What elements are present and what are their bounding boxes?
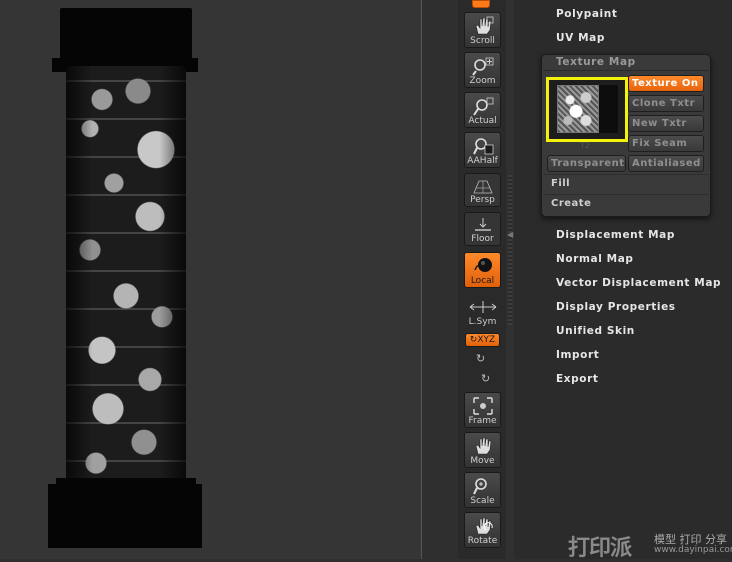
actual-label: Actual <box>468 116 497 126</box>
watermark-logo: 打印派 <box>568 536 632 561</box>
rotate-label: Rotate <box>467 536 498 546</box>
frame-icon <box>472 397 493 415</box>
frame-label: Frame <box>468 416 497 426</box>
antialiased-button[interactable]: Antialiased <box>628 155 704 172</box>
fix-seam-button[interactable]: Fix Seam <box>628 135 704 152</box>
texture-on-button[interactable]: Texture On <box>628 75 704 92</box>
clone-txtr-button[interactable]: Clone Txtr <box>628 95 704 112</box>
scroll-label: Scroll <box>470 36 495 46</box>
move-icon <box>475 437 491 455</box>
xyz-button[interactable]: ↻XYZ <box>465 333 500 347</box>
actual-button[interactable]: Actual <box>464 92 501 128</box>
texture-slot-mark: T2 <box>580 141 590 150</box>
displacement-map-menu[interactable]: Displacement Map <box>556 229 675 241</box>
zoom-icon <box>471 57 493 76</box>
rotate-y-icon[interactable]: ↻ <box>476 352 485 365</box>
move-button[interactable]: Move <box>464 432 501 468</box>
rotate-button[interactable]: Rotate <box>464 512 501 548</box>
uvmap-menu[interactable]: UV Map <box>556 32 605 44</box>
texture-thumbnail[interactable] <box>557 85 599 133</box>
texture-thumbnail-alpha <box>599 85 618 133</box>
persp-button[interactable]: Persp <box>464 173 501 207</box>
local-icon <box>473 258 492 272</box>
site-watermark: 打印派 模型 打印 分享 www.dayinpai.com <box>568 528 732 561</box>
lsym-button[interactable]: L.Sym <box>464 300 501 328</box>
shelf-top-marker <box>472 0 490 8</box>
frame-button[interactable]: Frame <box>464 392 501 428</box>
shelf-divider[interactable]: ◀ <box>506 0 514 559</box>
lsym-icon <box>469 301 496 313</box>
actual-icon <box>472 97 493 116</box>
rotate-z-icon[interactable]: ↻ <box>481 372 490 385</box>
scale-icon <box>472 478 487 495</box>
new-txtr-button[interactable]: New Txtr <box>628 115 704 132</box>
import-menu[interactable]: Import <box>556 349 599 361</box>
normal-map-menu[interactable]: Normal Map <box>556 253 634 265</box>
perspective-icon <box>472 180 493 194</box>
texture-map-title[interactable]: Texture Map <box>556 56 636 68</box>
local-button[interactable]: Local <box>464 252 501 288</box>
local-label: Local <box>470 276 495 286</box>
hand-icon <box>475 16 493 35</box>
lsym-label: L.Sym <box>468 317 497 327</box>
unified-skin-menu[interactable]: Unified Skin <box>556 325 635 337</box>
shelf-grip[interactable] <box>508 175 512 325</box>
polypaint-menu[interactable]: Polypaint <box>556 8 617 20</box>
floor-icon <box>474 218 491 231</box>
viewport-canvas[interactable] <box>0 0 422 559</box>
scroll-button[interactable]: Scroll <box>464 12 501 48</box>
vector-displacement-map-menu[interactable]: Vector Displacement Map <box>556 277 721 289</box>
popup-divider <box>543 174 709 175</box>
aahalf-icon <box>472 138 493 155</box>
display-properties-menu[interactable]: Display Properties <box>556 301 676 313</box>
create-button[interactable]: Create <box>551 198 591 209</box>
pillar-base <box>48 484 202 548</box>
persp-label: Persp <box>470 195 495 205</box>
scale-button[interactable]: Scale <box>464 472 501 508</box>
export-menu[interactable]: Export <box>556 373 598 385</box>
move-label: Move <box>470 456 495 466</box>
aahalf-button[interactable]: AAHalf <box>464 132 501 168</box>
xyz-label: XYZ <box>477 335 496 345</box>
fill-button[interactable]: Fill <box>551 178 570 189</box>
zoom-label: Zoom <box>469 76 496 86</box>
rotate-icon <box>475 517 493 535</box>
aahalf-label: AAHalf <box>467 156 498 166</box>
watermark-url: www.dayinpai.com <box>654 545 732 555</box>
transparent-button[interactable]: Transparent <box>547 155 626 172</box>
popup-divider <box>543 70 709 71</box>
floor-button[interactable]: Floor <box>464 212 501 246</box>
zoom-button[interactable]: Zoom <box>464 52 501 88</box>
collapse-arrow-icon[interactable]: ◀ <box>507 230 513 239</box>
floor-label: Floor <box>471 234 494 244</box>
scale-label: Scale <box>470 496 495 506</box>
carved-dragon-pillar[interactable] <box>66 66 186 484</box>
popup-divider <box>543 194 709 195</box>
